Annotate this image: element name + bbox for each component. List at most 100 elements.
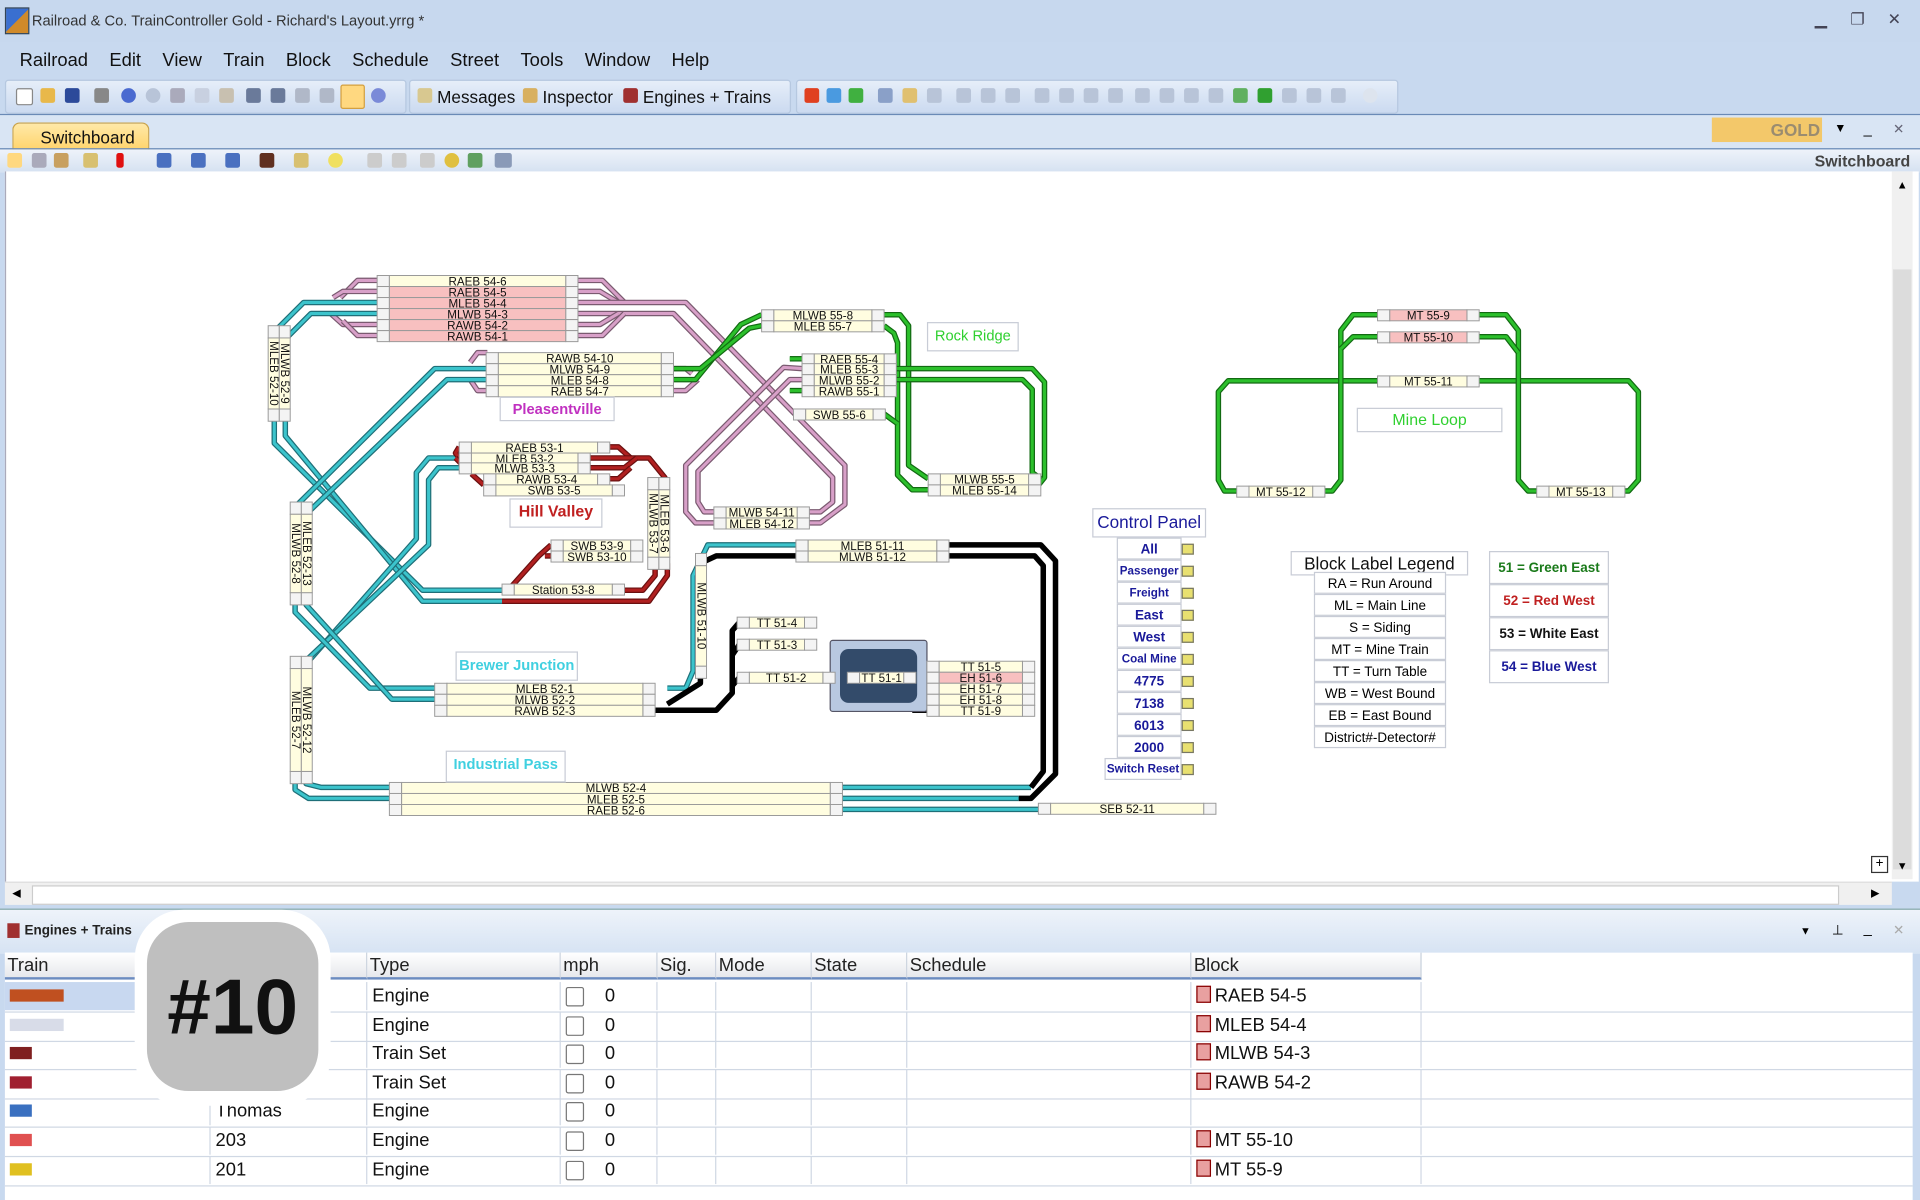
control-panel-button[interactable] [1181,565,1194,577]
block[interactable]: Station 53-8 [501,583,625,597]
block[interactable]: TT 51-2 [736,671,836,685]
block-exit-marker [660,385,674,398]
speed-checkbox[interactable] [565,1131,585,1152]
block[interactable]: TT 51-1 [846,671,917,685]
block[interactable]: MLWB 51-12 [795,550,950,564]
track-layout-diagram[interactable]: RAEB 54-6RAEB 54-5MLEB 54-4MLWB 54-3RAWB… [0,0,1920,882]
speed-checkbox[interactable] [565,1160,585,1180]
speed-checkbox[interactable] [565,1015,585,1036]
column-header-state[interactable]: State [811,952,908,980]
block[interactable]: SEB 52-11 [1037,802,1217,816]
block-label: SWB 53-10 [567,551,627,564]
block[interactable]: TT 51-3 [736,638,818,652]
block[interactable]: MLEB 55-7 [761,320,885,334]
scroll-right-icon[interactable]: ▶ [1871,887,1879,900]
block-label: MLEB 52-10 [267,341,280,406]
block[interactable]: SWB 53-10 [550,550,644,564]
scroll-up-icon[interactable]: ▲ [1897,179,1908,191]
block-exit-marker [289,770,302,785]
mph-value: 0 [604,1043,616,1065]
speed-checkbox[interactable] [565,1102,585,1123]
block-exit-marker [1466,375,1480,388]
column-header-block[interactable]: Block [1191,952,1422,980]
control-panel-button[interactable] [1181,587,1194,599]
block[interactable]: RAWB 55-1 [801,385,897,399]
block[interactable]: MLEB 55-14 [927,484,1042,498]
block[interactable]: TT 51-4 [736,616,818,630]
panel-close-icon[interactable]: ✕ [1893,922,1904,938]
scroll-left-icon[interactable]: ◀ [12,887,20,900]
column-header-signal[interactable]: Sig. [657,952,717,980]
block[interactable]: MLEB 54-12 [713,517,810,531]
control-panel-button[interactable] [1181,631,1194,643]
block[interactable]: RAWB 52-3 [434,704,656,718]
block[interactable]: MLEB 52-7 [289,655,302,785]
pin-icon[interactable]: ⊥ [1832,922,1844,938]
panel-dropdown-icon[interactable]: ▼ [1800,924,1811,936]
block-icon [1196,1043,1212,1061]
mode-cell [716,1010,812,1040]
control-panel-button[interactable] [1181,742,1194,754]
block[interactable]: RAWB 54-1 [376,330,579,343]
block-entry-marker [376,297,390,310]
control-panel-button[interactable] [1181,720,1194,732]
block[interactable]: MLWB 53-7 [647,477,660,570]
block-exit-marker [565,330,579,343]
table-row[interactable]: 203 Engine 0 MT 55-10 [4,1126,1913,1158]
zoom-fit-icon[interactable]: + [1871,855,1889,874]
block[interactable]: MT 55-11 [1377,375,1480,389]
horizontal-scrollbar[interactable]: ◀ ▶ [4,881,1892,905]
block-entry-marker [434,704,448,717]
control-panel-button[interactable] [1181,653,1194,665]
block[interactable]: SWB 55-6 [792,408,886,422]
block[interactable]: MLWB 52-8 [289,501,302,606]
column-header-mode[interactable]: Mode [716,952,812,980]
block-exit-marker [883,374,897,387]
block-entry-marker [458,462,472,475]
vertical-scroll-thumb[interactable] [1893,269,1912,870]
block-label: TT 51-3 [757,639,798,652]
block-label: SEB 52-11 [1099,803,1154,816]
control-panel-label: 2000 [1116,735,1182,758]
control-panel-button[interactable] [1181,675,1194,687]
signal-cell [658,1097,717,1126]
table-row[interactable]: 201 Engine 0 MT 55-9 [4,1155,1913,1187]
block-exit-marker [829,792,843,805]
region-label-hill-valley: Hill Valley [509,498,603,528]
column-header-mph[interactable]: mph [560,952,658,980]
block[interactable]: MLWB 51-10 [694,552,707,679]
block[interactable]: MLEB 52-10 [267,325,280,422]
color-legend-item: 52 = Red West [1488,584,1609,618]
control-panel-button[interactable] [1181,609,1194,621]
speed-checkbox[interactable] [565,1073,585,1094]
block[interactable]: MT 55-13 [1536,485,1626,499]
speed-checkbox[interactable] [565,1044,585,1065]
block[interactable]: TT 51-9 [926,704,1036,718]
control-panel-button[interactable] [1181,764,1194,776]
mode-cell [716,1039,812,1068]
block[interactable]: RAEB 52-6 [388,804,843,817]
vertical-scrollbar[interactable]: ▲ ▼ [1891,171,1913,880]
block-exit-marker [829,781,843,794]
block-exit-marker [1021,704,1036,717]
block[interactable]: MT 55-12 [1236,485,1326,499]
block[interactable]: SWB 53-5 [483,484,625,498]
block-value: MLEB 54-4 [1214,1014,1307,1036]
control-panel-button[interactable] [1181,697,1194,709]
scroll-down-icon[interactable]: ▼ [1897,860,1908,872]
speed-checkbox[interactable] [565,986,585,1007]
schedule-cell [907,1039,1192,1068]
block-exit-marker [1466,331,1480,344]
horizontal-scroll-thumb[interactable] [31,885,1840,905]
block[interactable]: MT 55-10 [1377,331,1480,345]
column-header-schedule[interactable]: Schedule [907,952,1192,980]
block[interactable]: MT 55-9 [1377,309,1480,323]
mph-cell: 0 [561,982,658,1011]
mph-value: 0 [604,1101,616,1123]
panel-minimize-icon[interactable]: _ [1864,920,1872,937]
block-cell: MLEB 54-4 [1191,1010,1422,1040]
column-header-type[interactable]: Type [367,952,561,980]
state-cell [812,982,908,1011]
mph-cell: 0 [561,1039,658,1068]
control-panel-button[interactable] [1181,543,1194,555]
